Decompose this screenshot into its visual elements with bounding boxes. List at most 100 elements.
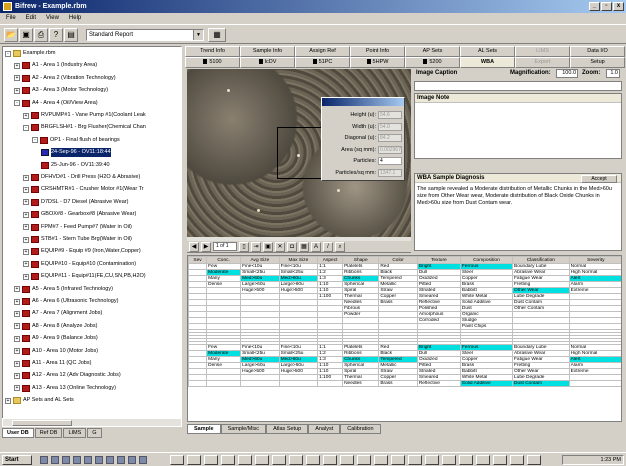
expand-icon[interactable]: + bbox=[23, 273, 29, 280]
taskbar-app-button[interactable] bbox=[425, 455, 439, 465]
menu-help[interactable]: Help bbox=[69, 13, 81, 24]
minimize-button[interactable]: _ bbox=[589, 2, 600, 11]
tab-analyst[interactable]: Analyst bbox=[308, 424, 341, 434]
save-image-icon[interactable]: ▣ bbox=[263, 241, 273, 252]
taskbar-app-button[interactable] bbox=[374, 455, 388, 465]
next-icon[interactable]: ▶ bbox=[201, 241, 211, 252]
expand-icon[interactable]: + bbox=[14, 385, 20, 392]
tab-icdv[interactable]: IcDV bbox=[240, 57, 295, 68]
tab-setup[interactable]: Setup bbox=[570, 57, 625, 68]
report-select[interactable]: Standard Report ▼ bbox=[86, 29, 204, 41]
tree-item[interactable]: + EQUIP#11 - Equip#11(FE,CU,SN,PB,H2O) bbox=[23, 272, 146, 281]
grid-icon[interactable]: ▦ bbox=[299, 241, 309, 252]
print-icon[interactable]: ⎙ bbox=[34, 28, 48, 42]
table-cell[interactable]: Brass bbox=[378, 380, 418, 387]
tree-item[interactable]: 24-Sep-96 - OV11:18:44 bbox=[41, 148, 111, 158]
taskbar-app-button[interactable] bbox=[476, 455, 490, 465]
tree-item[interactable]: - OP1 - Final flush of bearings bbox=[32, 136, 120, 145]
expand-icon[interactable]: + bbox=[14, 62, 20, 69]
column-header[interactable]: Max Size bbox=[278, 256, 319, 264]
zoom-icon[interactable]: ⌕ bbox=[335, 241, 345, 252]
tab-calibration[interactable]: Calibration bbox=[340, 424, 381, 434]
quicklaunch-icon[interactable] bbox=[106, 456, 114, 464]
expand-icon[interactable]: + bbox=[14, 335, 20, 342]
taskbar-app-button[interactable] bbox=[272, 455, 286, 465]
taskbar-app-button[interactable] bbox=[187, 455, 201, 465]
tree-item[interactable]: + A6 - Area 6 (Ultrasonic Technology) bbox=[14, 297, 118, 306]
taskbar-app-button[interactable] bbox=[255, 455, 269, 465]
expand-icon[interactable]: + bbox=[14, 372, 20, 379]
magnification-input[interactable]: 100.0 bbox=[556, 69, 578, 78]
quicklaunch-icon[interactable] bbox=[84, 456, 92, 464]
menu-edit[interactable]: Edit bbox=[26, 13, 36, 24]
tab-export[interactable]: Export bbox=[515, 57, 570, 68]
tree-item[interactable]: + A3 - Area 3 (Motor Technology) bbox=[14, 86, 108, 95]
column-header[interactable]: Texture bbox=[416, 256, 461, 264]
open-icon[interactable]: ⇥ bbox=[251, 241, 261, 252]
quicklaunch-icon[interactable] bbox=[117, 456, 125, 464]
table-cell[interactable]: Needles bbox=[342, 380, 380, 387]
tab-point-info[interactable]: Point Info bbox=[350, 46, 405, 57]
selection-box[interactable] bbox=[277, 127, 327, 179]
expand-icon[interactable]: + bbox=[14, 323, 20, 330]
table-cell[interactable]: Dust Contam bbox=[512, 380, 570, 387]
expand-icon[interactable]: + bbox=[5, 397, 11, 404]
maximize-button[interactable]: ▫ bbox=[601, 2, 612, 11]
expand-icon[interactable]: + bbox=[23, 211, 29, 218]
taskbar-app-button[interactable] bbox=[391, 455, 405, 465]
chevron-down-icon[interactable]: ▼ bbox=[193, 30, 203, 40]
taskbar-app-button[interactable] bbox=[510, 455, 524, 465]
taskbar-app-button[interactable] bbox=[204, 455, 218, 465]
tree-item[interactable]: + A10 - Area 10 (Motor Jobs) bbox=[14, 347, 98, 356]
taskbar-app-button[interactable] bbox=[442, 455, 456, 465]
taskbar-app-button[interactable] bbox=[357, 455, 371, 465]
popup-titlebar[interactable] bbox=[322, 98, 404, 106]
tree-item[interactable]: + GBOX#8 - Gearbox#8 (Abrasive Wear) bbox=[23, 210, 136, 219]
quicklaunch-icon[interactable] bbox=[40, 456, 48, 464]
tab-ap-sets[interactable]: AP Sets bbox=[405, 46, 460, 57]
quicklaunch-icon[interactable] bbox=[128, 456, 136, 464]
table-cell[interactable] bbox=[278, 380, 319, 387]
tree-item[interactable]: - A4 - Area 4 (Oil/View Area) bbox=[14, 99, 98, 108]
taskbar-app-button[interactable] bbox=[527, 455, 541, 465]
table-cell[interactable]: Solid Additive bbox=[459, 380, 514, 387]
measurement-popup[interactable]: Height (u): 54.6 Width (u): 54.0 Diagonal (u… bbox=[321, 97, 405, 181]
quicklaunch-icon[interactable] bbox=[95, 456, 103, 464]
tree-item[interactable]: 25-Jun-96 - OV11:39:40 bbox=[41, 161, 110, 170]
table-cell[interactable] bbox=[240, 380, 280, 387]
prev-icon[interactable]: ◀ bbox=[189, 241, 199, 252]
diagnosis-box[interactable]: WBA Sample Diagnosis Accept The sample r… bbox=[414, 173, 622, 251]
quicklaunch-icon[interactable] bbox=[51, 456, 59, 464]
tab-g[interactable]: G bbox=[87, 428, 102, 438]
tree-item[interactable]: + A2 - Area 2 (Vibration Technology) bbox=[14, 74, 116, 83]
table-cell[interactable]: Reflective bbox=[416, 380, 461, 387]
column-header[interactable]: Aspect bbox=[317, 256, 344, 264]
delete-icon[interactable]: ✕ bbox=[275, 241, 285, 252]
tree-item[interactable]: + A5 - Area 5 (Infrared Technology) bbox=[14, 285, 113, 294]
report-icon[interactable]: ▤ bbox=[64, 28, 78, 42]
taskbar-app-button[interactable] bbox=[238, 455, 252, 465]
quicklaunch-icon[interactable] bbox=[62, 456, 70, 464]
tree-item[interactable]: + FPM#7 - Feed Pump#7 (Water in Oil) bbox=[23, 223, 132, 232]
column-header[interactable]: Avg Size bbox=[240, 256, 280, 264]
expand-icon[interactable]: + bbox=[14, 360, 20, 367]
tree-item[interactable]: + AP Sets and AL Sets bbox=[5, 396, 74, 405]
tree-item[interactable]: + A7 - Area 7 (Alignment Jobs) bbox=[14, 309, 102, 318]
accept-button[interactable]: Accept bbox=[581, 175, 617, 183]
tree-item[interactable]: + A13 - Area 13 (Online Technology) bbox=[14, 384, 116, 393]
tab-atlas-setup[interactable]: Atlas Setup bbox=[266, 424, 309, 434]
tree-item[interactable]: + A12 - Area 12 (Adv Diagnostic Jobs) bbox=[14, 371, 121, 380]
tree-item[interactable]: + CRSHMTR#1 - Crusher Motor #1(Wear Tr bbox=[23, 185, 144, 194]
tab-data-i-o[interactable]: Data I/O bbox=[570, 46, 625, 57]
run-report-icon[interactable]: ▦ bbox=[208, 28, 226, 42]
table-cell[interactable] bbox=[317, 380, 344, 387]
expand-icon[interactable]: + bbox=[23, 224, 29, 231]
tab-5100[interactable]: 5100 bbox=[185, 57, 240, 68]
taskbar-app-button[interactable] bbox=[340, 455, 354, 465]
menu-view[interactable]: View bbox=[46, 13, 59, 24]
tree-item[interactable]: - BRGFLSH#1 - Brg Flusher(Chemical Chan bbox=[23, 123, 146, 132]
tree-item[interactable]: + RVPUMP#1 - Vane Pump #1(Coolant Leak bbox=[23, 111, 146, 120]
column-header[interactable]: Conc. bbox=[206, 256, 242, 264]
taskbar-app-button[interactable] bbox=[459, 455, 473, 465]
open-folder-icon[interactable]: 📂 bbox=[4, 28, 18, 42]
